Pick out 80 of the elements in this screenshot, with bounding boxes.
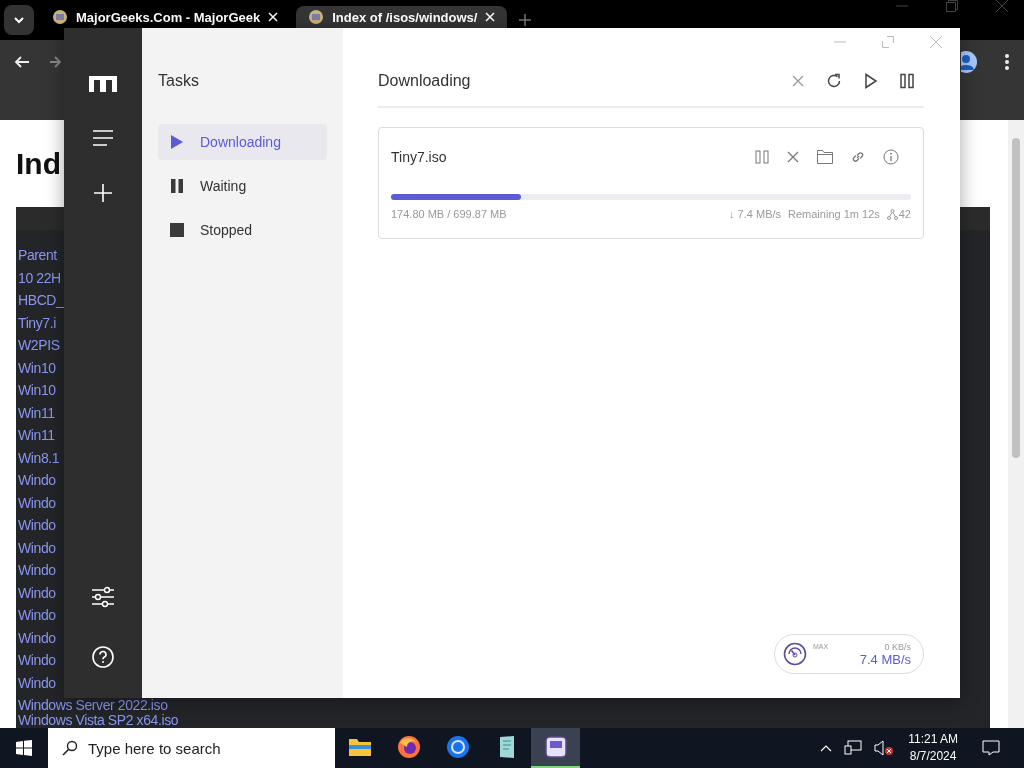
file-link[interactable]: Windo — [18, 630, 56, 646]
stop-icon — [170, 222, 184, 238]
file-link[interactable]: Windo — [18, 540, 56, 556]
file-link[interactable]: Win8.1 — [18, 450, 60, 466]
file-link[interactable]: Parent — [18, 248, 57, 263]
settings-icon[interactable] — [92, 586, 114, 608]
add-icon[interactable] — [94, 184, 112, 202]
sidebar-title: Tasks — [158, 72, 200, 91]
taskbar-app[interactable] — [531, 728, 580, 768]
file-link[interactable]: Windo — [18, 675, 56, 691]
file-link[interactable]: Windo — [18, 473, 56, 488]
file-link[interactable]: 10 22H — [18, 270, 61, 286]
tab-list-button[interactable] — [4, 5, 34, 35]
file-link[interactable]: Windows Server 2022.iso — [18, 698, 168, 713]
pause-icon[interactable] — [900, 73, 914, 89]
task-name: Tiny7.iso — [391, 149, 447, 165]
back-icon[interactable] — [14, 54, 30, 70]
file-link[interactable]: Win10 — [18, 360, 56, 376]
upload-speed: 0 KB/s — [884, 641, 911, 652]
chevron-up-icon[interactable] — [820, 744, 833, 752]
search-field[interactable]: Type here to search — [48, 728, 335, 768]
file-link[interactable]: W2PIS — [18, 338, 60, 353]
notification-icon[interactable] — [982, 740, 1000, 756]
file-link[interactable]: Windo — [18, 608, 56, 623]
file-link[interactable]: Tiny7.i — [18, 315, 56, 331]
tab-title: Index of /isos/windows/ — [332, 9, 478, 25]
menu-icon[interactable] — [1004, 53, 1010, 71]
app-logo-icon — [89, 76, 117, 92]
browser-tab[interactable]: Index of /isos/windows/ — [296, 6, 508, 28]
muted-speaker-icon[interactable] — [874, 740, 895, 756]
folder-icon — [347, 736, 372, 758]
folder-icon[interactable] — [817, 150, 833, 164]
network-icon[interactable] — [844, 740, 863, 756]
play-icon[interactable] — [864, 73, 878, 89]
windows-logo-icon — [16, 740, 32, 756]
file-link[interactable]: HBCD_ — [18, 293, 64, 308]
filter-item[interactable]: Waiting — [158, 168, 327, 204]
info-icon[interactable] — [883, 149, 899, 165]
filter-item[interactable]: Stopped — [158, 212, 327, 248]
file-link[interactable]: Win10 — [18, 383, 56, 398]
list-title: Downloading — [378, 72, 471, 90]
firefox-icon — [396, 735, 421, 759]
scrollbar-thumb[interactable] — [1012, 138, 1020, 458]
task-card[interactable]: Tiny7.iso 174.80 MB / 699.87 MB ↓ 7.4 MB/s Remaining 1m 12s 42 — [378, 127, 924, 239]
connections-icon — [886, 208, 898, 220]
app-window-icon — [544, 736, 567, 758]
speedometer-icon — [783, 642, 807, 666]
file-link[interactable]: Windo — [18, 495, 56, 511]
file-link[interactable]: Windo — [18, 653, 56, 668]
refresh-icon[interactable] — [826, 73, 842, 89]
search-icon — [62, 740, 78, 756]
download-speed: 7.4 MB/s — [859, 651, 911, 667]
link-icon[interactable] — [851, 150, 865, 164]
clock-time: 11:21 AM — [908, 731, 958, 748]
chevron-down-icon — [13, 16, 25, 24]
help-icon[interactable] — [92, 646, 114, 668]
tab-title: MajorGeeks.Com - MajorGeek — [76, 9, 261, 25]
file-link[interactable]: Windows Vista SP2 x64.iso — [18, 713, 179, 728]
file-link[interactable]: Windo — [18, 518, 56, 533]
filter-item[interactable]: Downloading — [158, 124, 327, 160]
file-link[interactable]: Windo — [18, 585, 56, 601]
clock-date: 8/7/2024 — [909, 748, 957, 765]
size-text: 174.80 MB / 699.87 MB — [391, 208, 507, 220]
file-link[interactable]: Win11 — [18, 405, 55, 421]
file-link[interactable]: Windo — [18, 563, 56, 578]
page-heading: Ind — [16, 147, 61, 182]
browser-tab[interactable]: MajorGeeks.Com - MajorGeek — [40, 6, 291, 28]
site-icon — [52, 9, 68, 25]
new-tab-icon[interactable] — [519, 14, 532, 26]
scrollbar[interactable] — [1008, 120, 1024, 728]
speed-text: ↓ 7.4 MB/s — [729, 208, 782, 220]
connections-count: 42 — [898, 208, 911, 220]
site-icon — [308, 9, 325, 25]
remaining-text: Remaining 1m 12s — [788, 208, 880, 220]
file-link[interactable]: Win11 — [18, 428, 55, 443]
menu-icon[interactable] — [93, 130, 113, 146]
forward-icon[interactable] — [50, 55, 62, 69]
browser-icon — [445, 735, 470, 759]
play-icon — [170, 134, 184, 150]
pause-icon — [170, 178, 184, 194]
